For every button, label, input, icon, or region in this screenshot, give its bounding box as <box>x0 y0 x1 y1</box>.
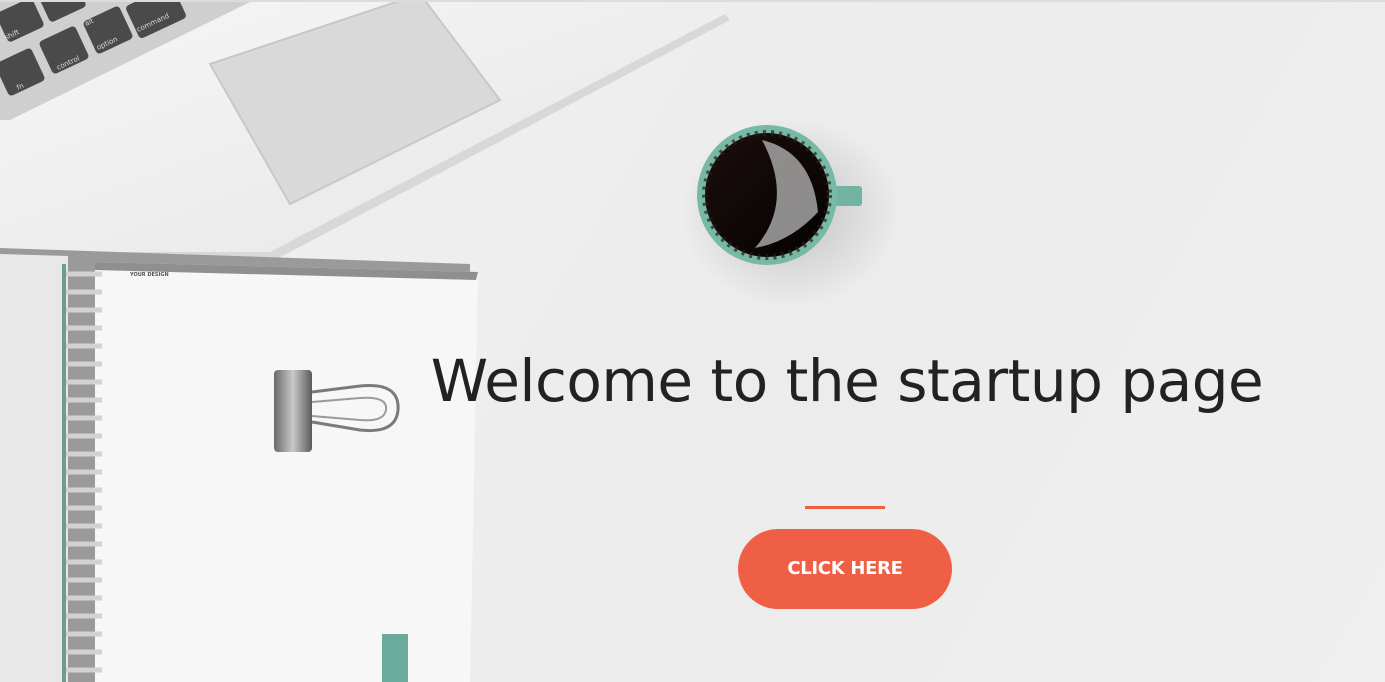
notebook-image: YOUR DESIGN <box>0 248 478 682</box>
accent-divider <box>805 506 885 509</box>
coffee-cup-image <box>680 117 900 307</box>
notebook-label: YOUR DESIGN <box>129 272 169 278</box>
headline-container: Welcome to the startup page <box>402 343 1292 423</box>
hero-section: fn control option command shift alt YOUR… <box>0 0 1385 682</box>
click-here-button[interactable]: CLICK HERE <box>738 529 952 609</box>
desk-background-image: fn control option command shift alt YOUR… <box>0 2 900 682</box>
laptop-image: fn control option command shift alt <box>0 2 730 260</box>
bookmark-image <box>382 634 408 682</box>
page-title: Welcome to the startup page <box>430 347 1264 415</box>
